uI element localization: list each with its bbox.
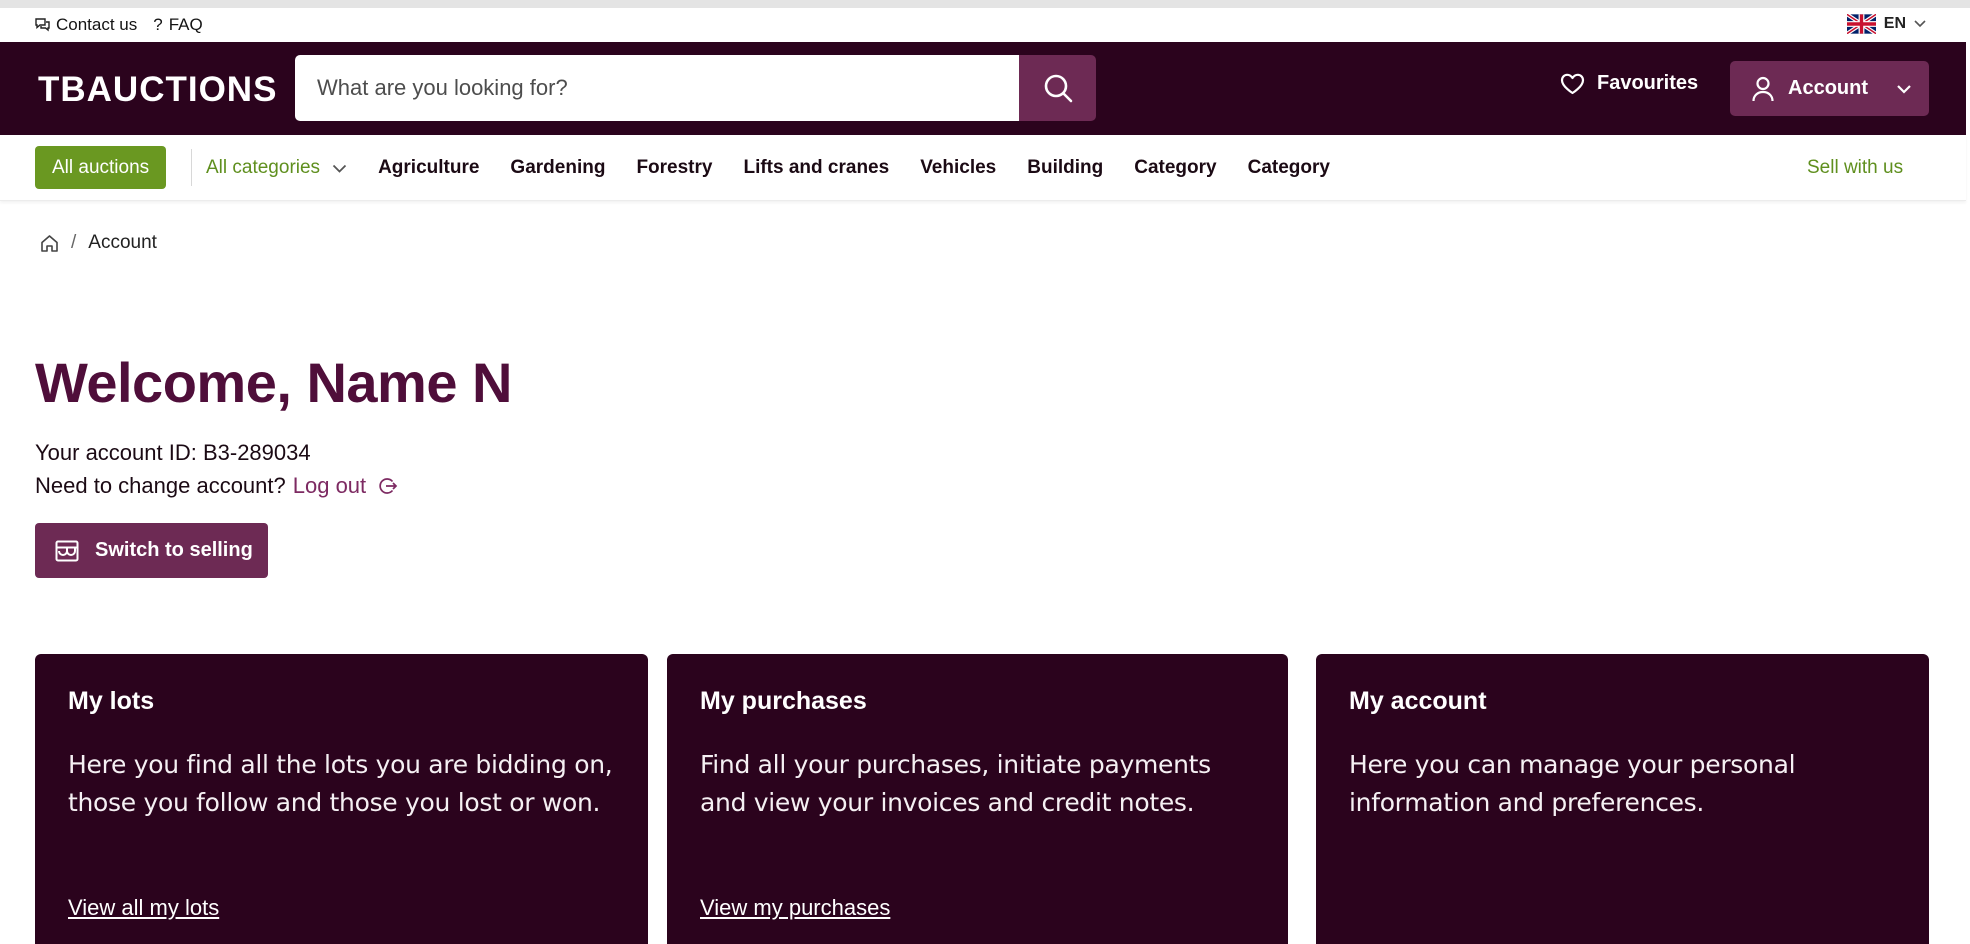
favourites-link[interactable]: Favourites — [1560, 72, 1698, 95]
view-my-purchases-link[interactable]: View my purchases — [700, 895, 890, 921]
category-nav: All auctions All categories Agriculture … — [0, 135, 1966, 201]
site-logo[interactable]: TBAUCTIONS — [38, 70, 277, 110]
chat-icon — [35, 18, 50, 32]
card-title: My account — [1349, 687, 1487, 715]
logout-label: Log out — [292, 473, 367, 498]
change-account-text: Need to change account? — [35, 473, 286, 498]
card-my-purchases[interactable]: My purchases Find all your purchases, in… — [667, 654, 1288, 944]
breadcrumb: / Account — [40, 232, 157, 254]
favourites-label: Favourites — [1597, 72, 1699, 94]
card-my-lots[interactable]: My lots Here you find all the lots you a… — [35, 654, 648, 944]
language-label: EN — [1883, 15, 1906, 32]
card-text: Find all your purchases, initiate paymen… — [700, 750, 1211, 817]
all-auctions-button[interactable]: All auctions — [35, 146, 167, 189]
all-categories-label: All categories — [206, 157, 321, 178]
nav-divider — [191, 149, 192, 186]
main-header: TBAUCTIONS Favourites Account — [0, 42, 1966, 135]
contact-link[interactable]: Contact us — [35, 15, 137, 35]
question-icon: ? — [153, 15, 163, 34]
store-icon — [55, 540, 79, 561]
faq-label: FAQ — [168, 15, 203, 34]
search-bar — [295, 55, 1096, 121]
nav-item-category[interactable]: Category — [1248, 157, 1330, 179]
home-icon[interactable] — [40, 234, 59, 253]
faq-link[interactable]: ? FAQ — [153, 15, 202, 35]
logout-icon — [379, 478, 398, 494]
switch-label: Switch to selling — [95, 539, 253, 561]
change-account-row: Need to change account? Log out — [35, 473, 398, 499]
search-button[interactable] — [1019, 55, 1096, 121]
nav-items: All categories Agriculture Gardening For… — [206, 135, 1361, 201]
chevron-down-icon — [1897, 84, 1911, 94]
heart-icon — [1560, 73, 1585, 94]
account-menu-button[interactable]: Account — [1730, 61, 1929, 116]
card-text: Here you find all the lots you are biddi… — [68, 750, 613, 817]
nav-item-agriculture[interactable]: Agriculture — [378, 157, 479, 179]
nav-item-gardening[interactable]: Gardening — [510, 157, 605, 179]
page-title: Welcome, Name N — [35, 351, 512, 414]
card-my-account[interactable]: My account Here you can manage your pers… — [1316, 654, 1929, 944]
chevron-down-icon — [1914, 20, 1926, 28]
nav-item-building[interactable]: Building — [1027, 157, 1103, 179]
user-icon — [1752, 76, 1774, 101]
uk-flag-icon — [1846, 14, 1876, 34]
chevron-down-icon — [332, 164, 347, 173]
search-icon — [1044, 74, 1072, 103]
all-categories-dropdown[interactable]: All categories — [206, 157, 347, 179]
browser-chrome-bar — [0, 0, 1970, 8]
utility-bar: Contact us ? FAQ EN — [0, 8, 1966, 42]
nav-item-forestry[interactable]: Forestry — [636, 157, 712, 179]
breadcrumb-separator: / — [71, 232, 77, 253]
nav-item-vehicles[interactable]: Vehicles — [920, 157, 996, 179]
nav-item-category[interactable]: Category — [1134, 157, 1216, 179]
card-text: Here you can manage your personal inform… — [1349, 750, 1796, 817]
account-label: Account — [1788, 77, 1868, 99]
view-all-my-lots-link[interactable]: View all my lots — [68, 895, 219, 921]
card-title: My purchases — [700, 687, 867, 715]
language-selector[interactable]: EN — [1846, 14, 1926, 34]
contact-label: Contact us — [56, 15, 138, 34]
account-id-text: Your account ID: B3-289034 — [35, 440, 311, 465]
breadcrumb-current: Account — [88, 232, 157, 253]
switch-to-selling-button[interactable]: Switch to selling — [35, 523, 268, 578]
card-title: My lots — [68, 687, 155, 715]
sell-with-us-link[interactable]: Sell with us — [1807, 157, 1903, 179]
nav-item-lifts-and-cranes[interactable]: Lifts and cranes — [743, 157, 889, 179]
search-input[interactable] — [295, 55, 1019, 121]
logout-link[interactable]: Log out — [293, 473, 398, 499]
